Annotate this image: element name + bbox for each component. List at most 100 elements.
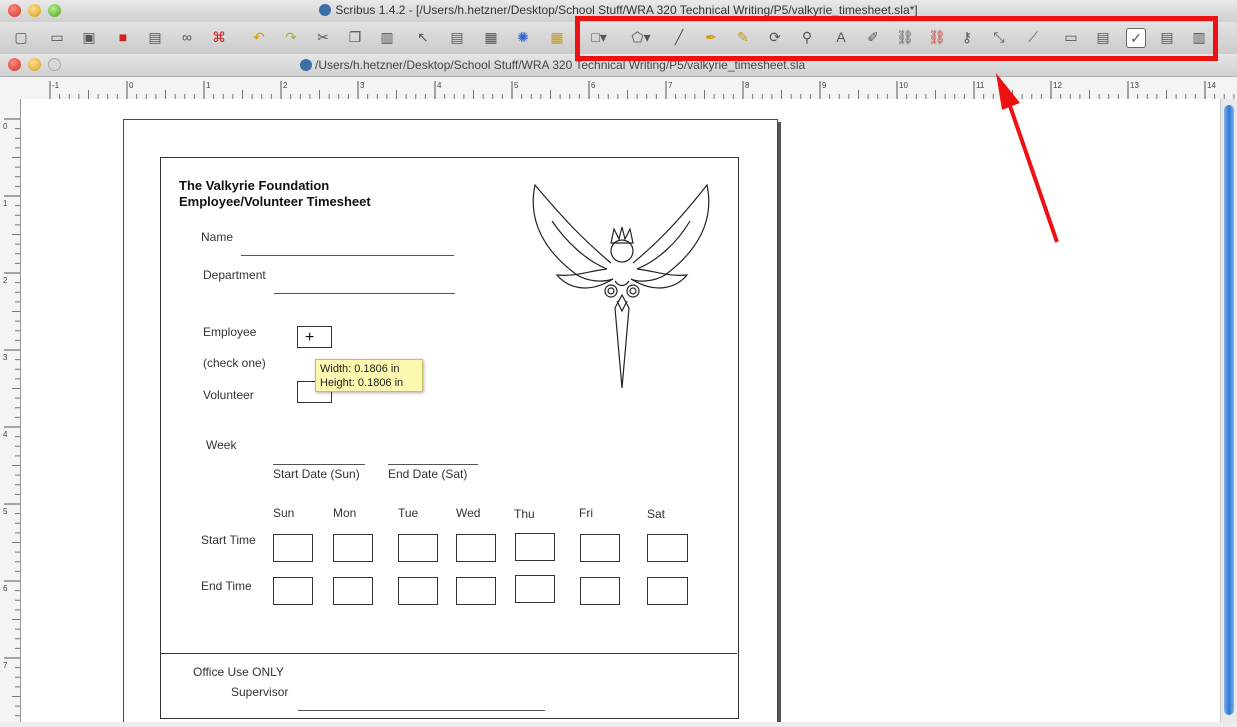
ruler-label: 0 bbox=[129, 81, 134, 90]
day-label-wed: Wed bbox=[456, 506, 481, 520]
start-time-sat[interactable] bbox=[647, 534, 688, 562]
text-frame-icon[interactable]: ▤ bbox=[448, 28, 466, 46]
end-time-sun[interactable] bbox=[273, 577, 313, 605]
end-time-thu[interactable] bbox=[515, 575, 555, 603]
ruler-label: 5 bbox=[3, 507, 8, 516]
horizontal-ruler-ticks: -1 0 1 2 3 4 5 6 7 8 9 10 11 12 13 14 bbox=[49, 81, 1235, 99]
name-label: Name bbox=[201, 230, 234, 244]
start-time-thu[interactable] bbox=[515, 533, 555, 561]
ruler-label: 9 bbox=[822, 81, 827, 90]
window-title: Scribus 1.4.2 - [/Users/h.hetzner/Deskto… bbox=[0, 3, 1237, 17]
start-time-sun[interactable] bbox=[273, 534, 313, 562]
end-date-label: End Date (Sat) bbox=[388, 467, 468, 481]
tooltip-width: Width: 0.1806 in bbox=[320, 363, 400, 375]
start-time-mon[interactable] bbox=[333, 534, 373, 562]
end-time-wed[interactable] bbox=[456, 577, 496, 605]
select-icon[interactable]: ↖ bbox=[414, 28, 432, 46]
day-label-sun: Sun bbox=[273, 506, 295, 520]
end-date-line[interactable] bbox=[388, 464, 478, 465]
start-time-wed[interactable] bbox=[456, 534, 496, 562]
end-time-mon[interactable] bbox=[333, 577, 373, 605]
vertical-ruler-ticks: 0 1 2 3 4 5 6 7 bbox=[3, 118, 20, 726]
start-time-label: Start Time bbox=[201, 533, 256, 547]
tooltip-height: Height: 0.1806 in bbox=[320, 377, 404, 389]
ruler-label: 2 bbox=[3, 276, 8, 285]
ruler-label: 6 bbox=[591, 81, 596, 90]
scribus-icon bbox=[319, 4, 332, 16]
redo-icon[interactable]: ↷ bbox=[282, 28, 300, 46]
toolbar-highlight-box bbox=[575, 16, 1218, 61]
department-field-line[interactable] bbox=[274, 293, 455, 294]
end-time-fri[interactable] bbox=[580, 577, 620, 605]
office-use-label: Office Use ONLY bbox=[193, 665, 284, 679]
org-name: The Valkyrie Foundation bbox=[179, 178, 330, 193]
ruler-label: 3 bbox=[360, 81, 365, 90]
undo-icon[interactable]: ↶ bbox=[250, 28, 268, 46]
employee-label: Employee bbox=[203, 325, 257, 339]
week-label: Week bbox=[206, 438, 237, 452]
ruler-label: 3 bbox=[3, 353, 8, 362]
valkyrie-logo bbox=[532, 183, 710, 389]
department-label: Department bbox=[203, 268, 266, 282]
start-time-fri[interactable] bbox=[580, 534, 620, 562]
zoom-document-button[interactable] bbox=[48, 58, 61, 71]
cut-icon[interactable]: ✂ bbox=[314, 28, 332, 46]
volunteer-label: Volunteer bbox=[203, 388, 254, 402]
ruler-label: 8 bbox=[745, 81, 750, 90]
ruler-label: 1 bbox=[3, 199, 8, 208]
start-date-label: Start Date (Sun) bbox=[273, 467, 360, 481]
scrollbar-thumb[interactable] bbox=[1224, 105, 1234, 715]
end-time-sat[interactable] bbox=[647, 577, 688, 605]
start-date-line[interactable] bbox=[273, 464, 365, 465]
close-document-button[interactable] bbox=[8, 58, 21, 71]
ruler-label: 10 bbox=[899, 81, 908, 90]
name-field-line[interactable] bbox=[241, 255, 454, 256]
vertical-ruler[interactable]: 0 1 2 3 4 5 6 7 bbox=[0, 99, 21, 726]
print-icon[interactable]: ▤ bbox=[146, 28, 164, 46]
supervisor-label: Supervisor bbox=[231, 685, 289, 699]
ruler-label: -1 bbox=[52, 81, 60, 90]
ruler-label: 7 bbox=[668, 81, 673, 90]
day-label-thu: Thu bbox=[514, 507, 535, 521]
supervisor-field-line[interactable] bbox=[298, 710, 545, 711]
ruler-label: 0 bbox=[3, 122, 8, 131]
minimize-document-button[interactable] bbox=[28, 58, 41, 71]
ruler-label: 12 bbox=[1053, 81, 1062, 90]
ruler-label: 7 bbox=[3, 661, 8, 670]
copy-icon[interactable]: ❐ bbox=[346, 28, 364, 46]
day-label-fri: Fri bbox=[579, 506, 593, 520]
window-title-text: Scribus 1.4.2 - [/Users/h.hetzner/Deskto… bbox=[335, 3, 918, 17]
save-icon[interactable]: ▣ bbox=[80, 28, 98, 46]
end-time-tue[interactable] bbox=[398, 577, 438, 605]
day-label-sat: Sat bbox=[647, 507, 666, 521]
ruler-label: 6 bbox=[3, 584, 8, 593]
ruler-label: 4 bbox=[437, 81, 442, 90]
new-icon[interactable]: ▢ bbox=[12, 28, 30, 46]
employee-checkbox[interactable] bbox=[297, 326, 332, 348]
ruler-label: 14 bbox=[1207, 81, 1216, 90]
size-tooltip: Width: 0.1806 in Height: 0.1806 in bbox=[315, 359, 423, 392]
ruler-label: 4 bbox=[3, 430, 8, 439]
close-icon[interactable]: ■ bbox=[114, 28, 132, 46]
table-icon[interactable]: ▦ bbox=[548, 28, 566, 46]
office-use-divider bbox=[160, 653, 737, 654]
day-label-mon: Mon bbox=[333, 506, 357, 520]
vertical-scrollbar[interactable] bbox=[1220, 99, 1237, 722]
document-icon bbox=[300, 59, 312, 71]
render-frame-icon[interactable]: ✺ bbox=[514, 28, 532, 46]
check-one-label: (check one) bbox=[203, 356, 266, 370]
horizontal-ruler[interactable]: -1 0 1 2 3 4 5 6 7 8 9 10 11 12 13 14 bbox=[0, 77, 1237, 100]
open-icon[interactable]: ▭ bbox=[48, 28, 66, 46]
preflight-icon[interactable]: ∞ bbox=[178, 28, 196, 46]
start-time-tue[interactable] bbox=[398, 534, 438, 562]
image-frame-icon[interactable]: ▦ bbox=[482, 28, 500, 46]
form-title: Employee/Volunteer Timesheet bbox=[179, 194, 371, 209]
ruler-label: 5 bbox=[514, 81, 519, 90]
ruler-label: 13 bbox=[1130, 81, 1139, 90]
end-time-label: End Time bbox=[201, 579, 252, 593]
paste-icon[interactable]: ▥ bbox=[378, 28, 396, 46]
document-canvas[interactable]: The Valkyrie Foundation Employee/Volunte… bbox=[21, 99, 1220, 722]
day-label-tue: Tue bbox=[398, 506, 419, 520]
ruler-label: 11 bbox=[976, 81, 985, 90]
pdf-icon[interactable]: ⌘ bbox=[210, 28, 228, 46]
